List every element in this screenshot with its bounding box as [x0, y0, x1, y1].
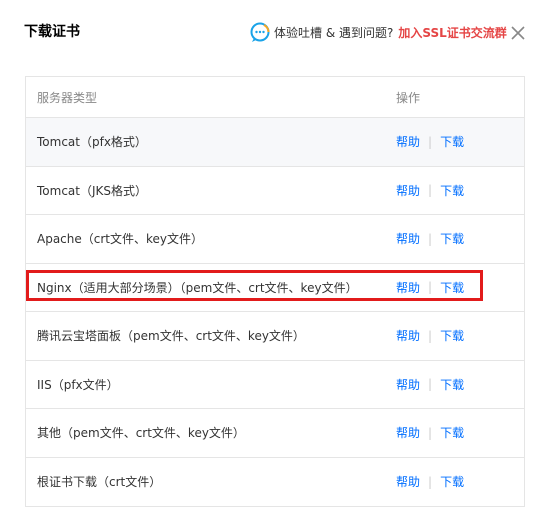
help-link[interactable]: 帮助: [396, 133, 420, 150]
row-operations: 帮助 | 下载: [396, 424, 464, 441]
separator: |: [428, 183, 433, 198]
download-link[interactable]: 下载: [440, 230, 464, 247]
feedback-bar: 体验吐槽 & 遇到问题? 加入SSL证书交流群: [249, 22, 507, 44]
chat-bubble-icon: [250, 22, 270, 42]
table-row: 其他（pem文件、crt文件、key文件） 帮助 | 下载: [26, 409, 524, 458]
download-link[interactable]: 下载: [440, 376, 464, 393]
header-operation: 操作: [396, 90, 421, 105]
table-row: IIS（pfx文件） 帮助 | 下载: [26, 361, 524, 409]
server-type-name: IIS（pfx文件）: [37, 377, 119, 392]
table-row: Tomcat（JKS格式） 帮助 | 下载: [26, 167, 524, 215]
table-row: Tomcat（pfx格式） 帮助 | 下载: [26, 118, 524, 167]
server-type-name: Apache（crt文件、key文件）: [37, 232, 204, 247]
table-header: 服务器类型 操作: [26, 77, 524, 118]
help-link[interactable]: 帮助: [396, 473, 420, 490]
help-link[interactable]: 帮助: [396, 327, 420, 344]
separator: |: [428, 328, 433, 343]
server-type-name: 腾讯云宝塔面板（pem文件、crt文件、key文件）: [37, 329, 305, 344]
row-operations: 帮助 | 下载: [396, 230, 464, 247]
table-row: 根证书下载（crt文件） 帮助 | 下载: [26, 458, 524, 507]
header-server-type: 服务器类型: [37, 90, 98, 105]
separator: |: [428, 425, 433, 440]
table-row: Apache（crt文件、key文件） 帮助 | 下载: [26, 215, 524, 264]
download-link[interactable]: 下载: [440, 133, 464, 150]
join-group-link[interactable]: 加入SSL证书交流群: [398, 23, 506, 43]
download-link[interactable]: 下载: [440, 424, 464, 441]
server-type-name: Nginx（适用大部分场景）（pem文件、crt文件、key文件）: [37, 280, 358, 295]
server-type-name: Tomcat（JKS格式）: [37, 183, 148, 198]
help-link[interactable]: 帮助: [396, 376, 420, 393]
download-link[interactable]: 下载: [440, 279, 464, 296]
dialog-title: 下载证书: [24, 24, 80, 40]
help-link[interactable]: 帮助: [396, 182, 420, 199]
feedback-text: 体验吐槽 & 遇到问题?: [274, 26, 394, 40]
help-link[interactable]: 帮助: [396, 279, 420, 296]
server-type-table: 服务器类型 操作 Tomcat（pfx格式） 帮助 | 下载 Tomcat（JK…: [25, 76, 525, 507]
server-type-name: Tomcat（pfx格式）: [37, 135, 147, 150]
row-operations: 帮助 | 下载: [396, 182, 464, 199]
close-icon[interactable]: [511, 26, 525, 40]
server-type-name: 根证书下载（crt文件）: [37, 475, 162, 490]
separator: |: [428, 280, 433, 295]
row-operations: 帮助 | 下载: [396, 133, 464, 150]
server-type-name: 其他（pem文件、crt文件、key文件）: [37, 426, 245, 441]
download-link[interactable]: 下载: [440, 182, 464, 199]
row-operations: 帮助 | 下载: [396, 279, 464, 296]
table-row: Nginx（适用大部分场景）（pem文件、crt文件、key文件） 帮助 | 下…: [26, 264, 524, 312]
separator: |: [428, 231, 433, 246]
separator: |: [428, 377, 433, 392]
separator: |: [428, 474, 433, 489]
help-link[interactable]: 帮助: [396, 424, 420, 441]
row-operations: 帮助 | 下载: [396, 473, 464, 490]
download-link[interactable]: 下载: [440, 473, 464, 490]
row-operations: 帮助 | 下载: [396, 327, 464, 344]
download-certificate-dialog: 下载证书 体验吐槽 & 遇到问题? 加入SSL证书交流群 服务器类型 操作 To…: [0, 0, 550, 509]
table-row: 腾讯云宝塔面板（pem文件、crt文件、key文件） 帮助 | 下载: [26, 312, 524, 361]
download-link[interactable]: 下载: [440, 327, 464, 344]
separator: |: [428, 134, 433, 149]
help-link[interactable]: 帮助: [396, 230, 420, 247]
row-operations: 帮助 | 下载: [396, 376, 464, 393]
